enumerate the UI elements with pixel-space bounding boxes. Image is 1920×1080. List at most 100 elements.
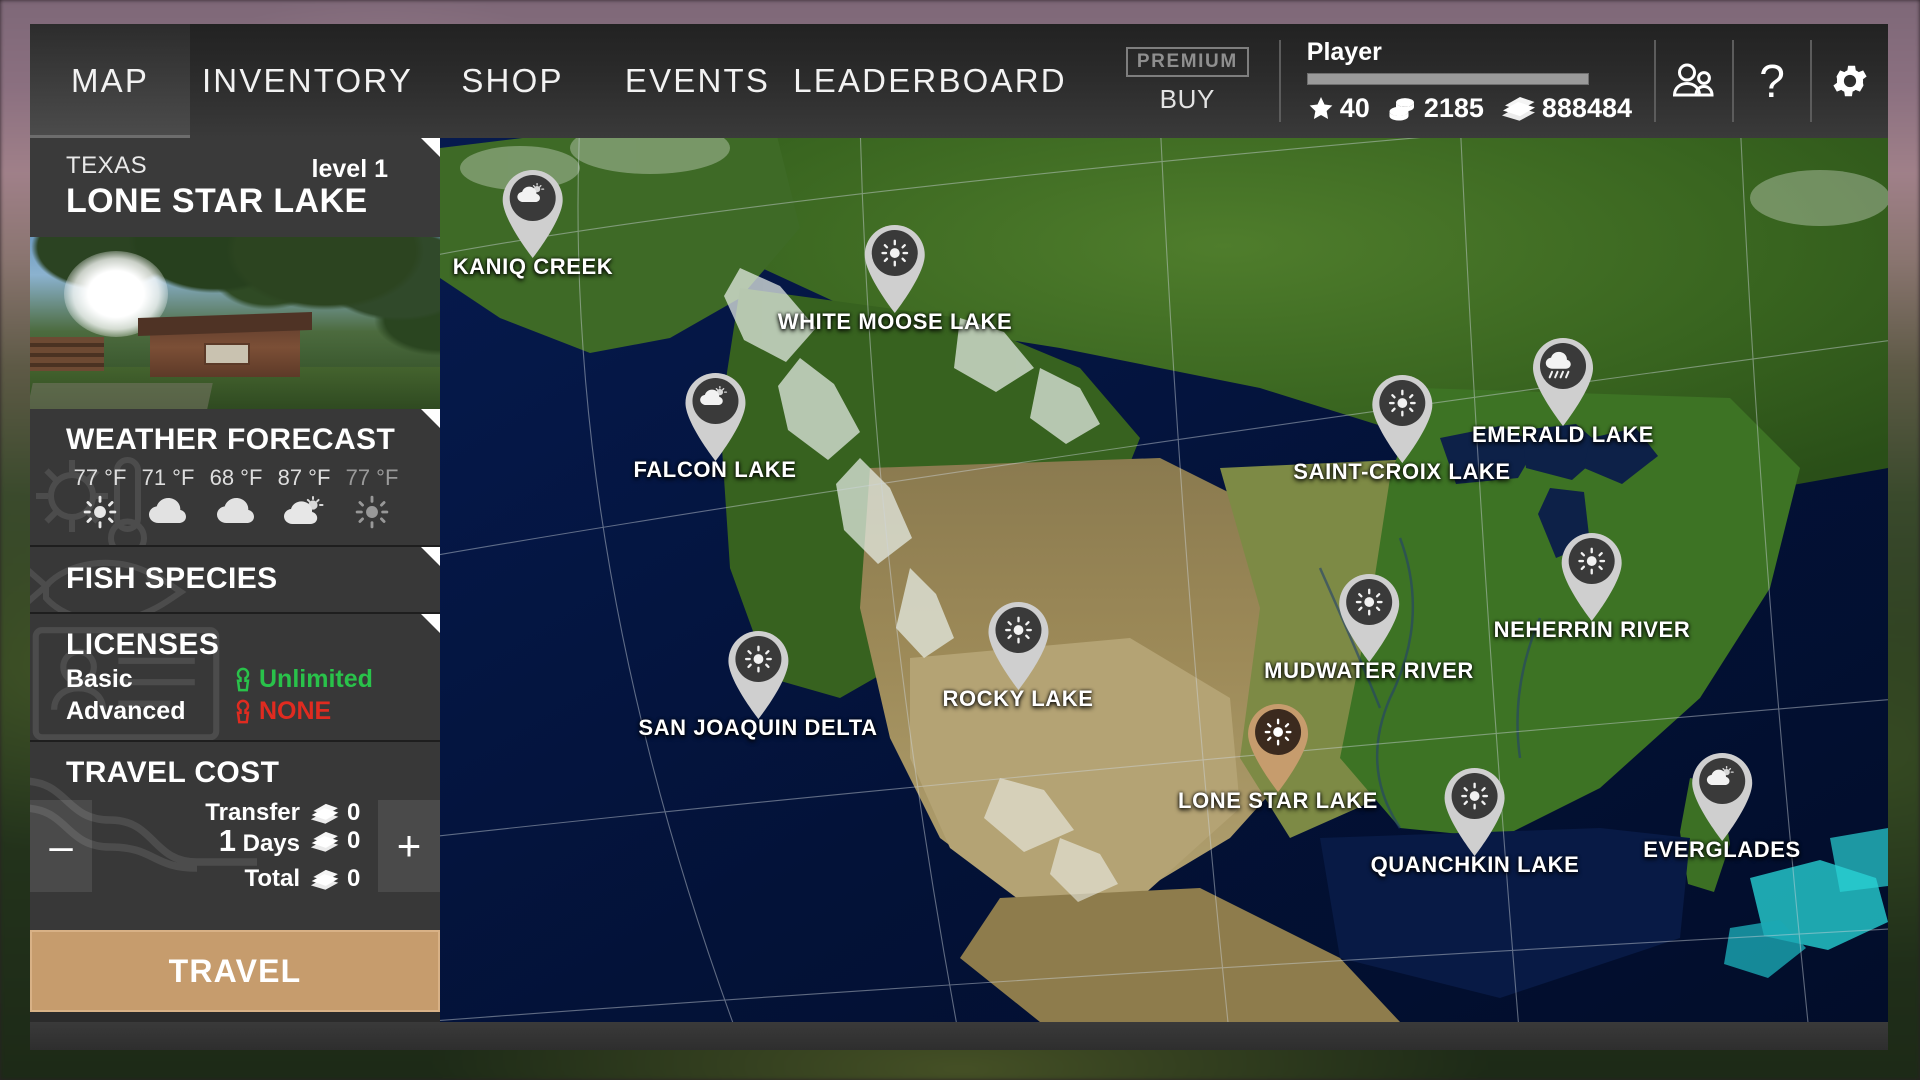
travel-button[interactable]: TRAVEL [30, 930, 440, 1012]
map-marker-rocky-lake[interactable]: ROCKY LAKE [942, 598, 1093, 712]
travel-cost-breakdown: Transfer 0 1 Days 0 Total 0 [92, 799, 378, 892]
tab-events-label: EVENTS [624, 62, 771, 99]
cabin-window [204, 343, 250, 365]
map-marker-everglades[interactable]: EVERGLADES [1643, 749, 1801, 863]
wooden-fence [30, 337, 104, 371]
tab-inventory[interactable]: INVENTORY [190, 24, 425, 138]
pin-quanchkin-lake [1441, 764, 1509, 856]
weather-days: 77 °F 71 °F 68 °F 87 °F 77 °F [66, 465, 420, 529]
fish-species-panel[interactable]: FISH SPECIES [30, 545, 440, 612]
map-marker-kaniq-creek[interactable]: KANIQ CREEK [453, 166, 614, 280]
weather-day-3-temp: 87 °F [277, 465, 331, 490]
license-row-basic: Basic Unlimited [66, 665, 420, 694]
map-marker-white-moose-lake[interactable]: WHITE MOOSE LAKE [778, 221, 1013, 335]
sidebar-footer [30, 1012, 440, 1022]
weather-day-2: 68 °F [202, 465, 270, 529]
license-row-advanced: Advanced NONE [66, 697, 420, 726]
cost-days-value: 0 [347, 827, 361, 854]
help-button[interactable]: ? [1734, 24, 1810, 138]
tab-map[interactable]: MAP [30, 24, 190, 138]
licenses-panel[interactable]: LICENSES Basic Unlimited Advanced NONE [30, 612, 440, 740]
coins-icon [1389, 98, 1414, 121]
player-panel[interactable]: Player 40 2185 888484 [1281, 24, 1654, 138]
location-name: LONE STAR LAKE [66, 182, 368, 220]
pin-white-moose-lake [861, 221, 929, 313]
collapse-corner-icon[interactable] [421, 409, 440, 428]
map-marker-quanchkin-lake[interactable]: QUANCHKIN LAKE [1371, 764, 1580, 878]
location-header[interactable]: TEXAS level 1 LONE STAR LAKE [30, 138, 440, 237]
pin-san-joaquin-delta [724, 627, 792, 719]
cost-days-label: 1 Days [219, 823, 300, 859]
map-marker-lone-star-lake[interactable]: LONE STAR LAKE [1178, 700, 1378, 814]
game-window: MAP INVENTORY SHOP EVENTS LEADERBOARD PR… [30, 24, 1888, 1050]
cost-transfer-value-group: 0 [310, 799, 372, 827]
pin-shape-icon [1339, 574, 1399, 662]
stat-coins-value: 2185 [1423, 93, 1484, 123]
premium-section[interactable]: PREMIUM BUY [1102, 24, 1273, 138]
cost-days-count: 1 [218, 823, 236, 858]
map-marker-falcon-lake[interactable]: FALCON LAKE [633, 369, 796, 483]
weather-day-2-temp: 68 °F [209, 465, 263, 490]
license-basic-label: Basic [66, 665, 133, 693]
decrease-days-button[interactable]: – [30, 800, 92, 892]
tab-leaderboard-label: LEADERBOARD [793, 62, 1067, 99]
tab-shop[interactable]: SHOP [425, 24, 600, 138]
license-basic-value-group: Unlimited [234, 665, 373, 694]
pin-shape-icon [1692, 753, 1752, 841]
dirt-path [30, 383, 213, 409]
player-stats: 40 2185 888484 [1307, 93, 1632, 124]
main-tabs: MAP INVENTORY SHOP EVENTS LEADERBOARD [30, 24, 1065, 138]
pin-everglades [1688, 749, 1756, 841]
stat-cash: 888484 [1501, 93, 1632, 124]
map-marker-neherrin-river[interactable]: NEHERRIN RIVER [1494, 529, 1691, 643]
cost-total-label: Total [244, 865, 300, 892]
travel-cost-title: TRAVEL COST [66, 756, 280, 789]
stat-level-value: 40 [1339, 93, 1370, 123]
location-sidebar: TEXAS level 1 LONE STAR LAKE WEATHER FOR… [30, 138, 440, 1022]
pin-shape-icon [727, 631, 788, 719]
map-marker-san-joaquin-delta[interactable]: SAN JOAQUIN DELTA [638, 627, 877, 741]
pin-rocky-lake [984, 598, 1052, 690]
collapse-corner-icon[interactable] [421, 547, 440, 566]
collapse-corner-icon[interactable] [421, 614, 440, 633]
weather-forecast-panel[interactable]: WEATHER FORECAST 77 °F 71 °F 68 °F 87 °F… [30, 409, 440, 545]
friends-button[interactable] [1656, 24, 1732, 138]
tab-inventory-label: INVENTORY [201, 62, 414, 99]
friends-icon [1672, 63, 1714, 97]
pin-shape-icon [865, 225, 925, 313]
pin-shape-icon [1562, 533, 1622, 621]
log-cabin [150, 329, 300, 377]
tab-map-label: MAP [70, 62, 150, 99]
collapse-corner-icon[interactable] [421, 138, 440, 157]
star-icon [1309, 97, 1333, 119]
premium-badge: PREMIUM [1125, 47, 1249, 77]
cost-days-word: Days [242, 830, 300, 857]
cloud-icon [217, 498, 254, 523]
location-preview-image [30, 237, 440, 409]
partly-cloudy-icon [284, 496, 324, 524]
stat-level: 40 [1307, 93, 1370, 124]
cash-icon [310, 803, 339, 824]
pin-shape-icon [1532, 338, 1593, 426]
sun-icon [83, 495, 117, 529]
location-level: level 1 [311, 155, 388, 183]
player-xp-bar [1306, 73, 1589, 85]
map-marker-emerald-lake[interactable]: EMERALD LAKE [1472, 334, 1654, 448]
settings-button[interactable] [1812, 24, 1888, 138]
weather-title: WEATHER FORECAST [66, 423, 396, 456]
cost-days-value-group: 0 [310, 827, 372, 855]
map-marker-mudwater-river[interactable]: MUDWATER RIVER [1264, 570, 1474, 684]
world-map[interactable]: KANIQ CREEK WHITE MOOSE LAKE FALCON LAKE… [440, 138, 1888, 1022]
cloud-icon [149, 498, 186, 523]
weather-day-0-temp: 77 °F [73, 465, 127, 490]
premium-buy-button[interactable]: BUY [1160, 84, 1215, 115]
tab-events[interactable]: EVENTS [600, 24, 795, 138]
license-advanced-value: NONE [259, 697, 332, 725]
travel-cost-controls: – Transfer 0 1 Days 0 Total 0 + [30, 799, 440, 892]
tab-leaderboard[interactable]: LEADERBOARD [793, 24, 1067, 138]
increase-days-button[interactable]: + [378, 800, 440, 892]
cost-total-value: 0 [347, 865, 361, 892]
top-navigation-bar: MAP INVENTORY SHOP EVENTS LEADERBOARD PR… [30, 24, 1888, 138]
stat-coins: 2185 [1387, 93, 1484, 124]
